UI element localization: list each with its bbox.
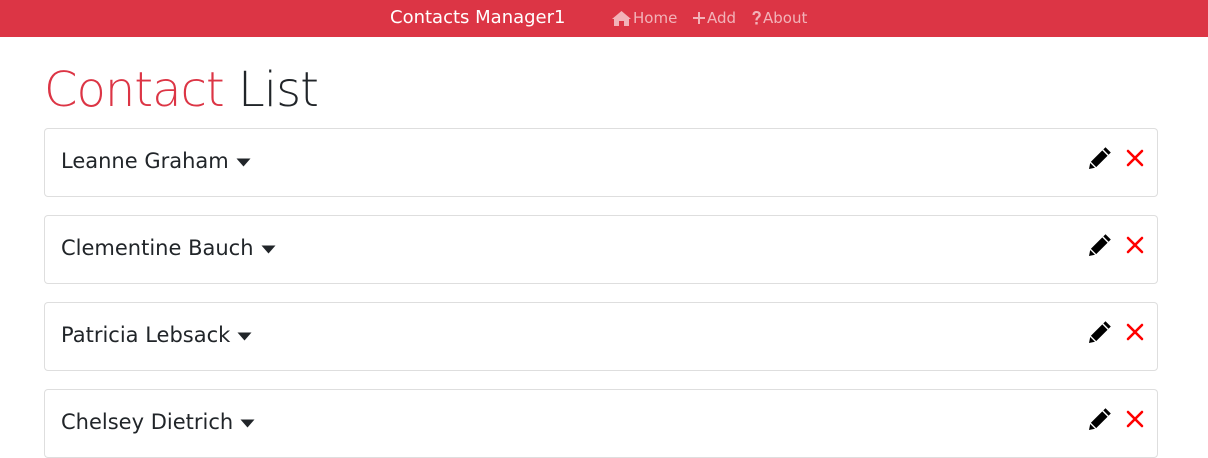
contact-card: Clementine Bauch	[44, 215, 1158, 284]
edit-button[interactable]	[1087, 232, 1113, 258]
contact-name-toggle[interactable]: Clementine Bauch	[61, 235, 276, 261]
pencil-icon	[1089, 147, 1111, 169]
times-icon	[1126, 236, 1144, 254]
edit-button[interactable]	[1087, 145, 1113, 171]
pencil-icon	[1089, 408, 1111, 430]
nav-link-about[interactable]: About	[751, 9, 807, 27]
question-icon	[751, 10, 762, 26]
times-icon	[1126, 323, 1144, 341]
delete-button[interactable]	[1123, 319, 1147, 345]
nav-link-add-label: Add	[707, 9, 737, 27]
edit-button[interactable]	[1087, 406, 1113, 432]
times-icon	[1126, 149, 1144, 167]
contact-name-toggle[interactable]: Chelsey Dietrich	[61, 409, 255, 435]
navbar-brand[interactable]: Contacts Manager1	[390, 7, 565, 29]
delete-button[interactable]	[1123, 406, 1147, 432]
nav-link-add[interactable]: Add	[692, 9, 736, 27]
contact-name: Clementine Bauch	[61, 236, 254, 260]
contact-card: Patricia Lebsack	[44, 302, 1158, 371]
contact-card: Chelsey Dietrich	[44, 389, 1158, 458]
contact-name: Leanne Graham	[61, 149, 229, 173]
plus-icon	[692, 11, 706, 25]
page-title-rest: List	[238, 62, 319, 118]
caret-down-icon[interactable]	[261, 245, 276, 254]
nav-link-about-label: About	[763, 9, 808, 27]
pencil-icon	[1089, 234, 1111, 256]
contact-name-toggle[interactable]: Leanne Graham	[61, 148, 251, 174]
caret-down-icon[interactable]	[236, 158, 251, 167]
page-title-accent: Contact	[44, 62, 225, 118]
caret-down-icon[interactable]	[237, 332, 252, 341]
contact-name: Chelsey Dietrich	[61, 410, 234, 434]
caret-down-icon[interactable]	[240, 419, 255, 428]
nav-link-home[interactable]: Home	[611, 9, 677, 27]
contact-name-toggle[interactable]: Patricia Lebsack	[61, 322, 252, 348]
contact-name: Patricia Lebsack	[61, 323, 231, 347]
times-icon	[1126, 410, 1144, 428]
navbar: Contacts Manager1 Home Add About	[0, 0, 1208, 37]
home-icon	[611, 10, 632, 27]
nav-link-home-label: Home	[633, 9, 678, 27]
page-title: Contact List	[44, 58, 319, 122]
delete-button[interactable]	[1123, 145, 1147, 171]
edit-button[interactable]	[1087, 319, 1113, 345]
contact-card: Leanne Graham	[44, 128, 1158, 197]
delete-button[interactable]	[1123, 232, 1147, 258]
pencil-icon	[1089, 321, 1111, 343]
